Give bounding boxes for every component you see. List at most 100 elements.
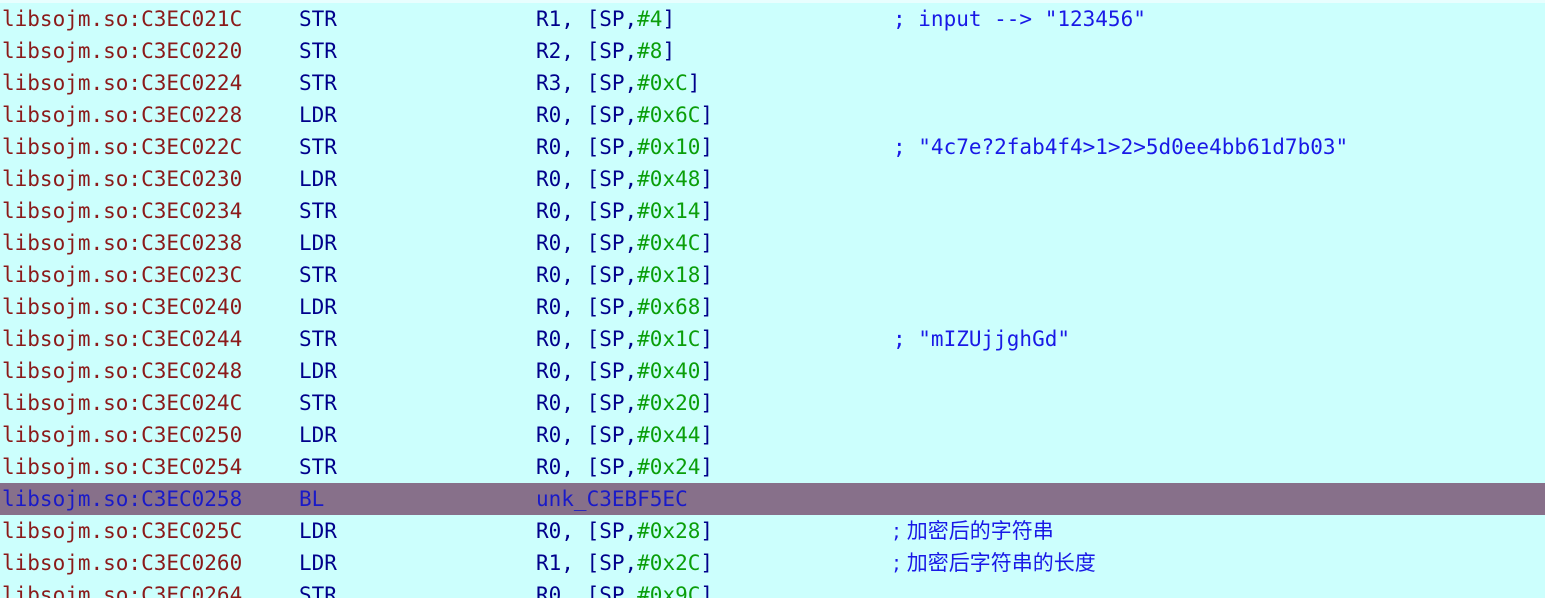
disassembly-line-list: libsojm.so:C3EC021C STR R1, [SP,#4] ; input…	[0, 3, 1545, 598]
disassembly-line[interactable]: libsojm.so:C3EC022C STR R0, [SP,#0x10] ; "4…	[0, 131, 1545, 163]
operand-base: R0, [SP,	[536, 327, 638, 351]
operand-immediate: #8	[637, 39, 663, 63]
line-mnemonic: LDR	[299, 519, 337, 543]
operand-close: ]	[700, 199, 714, 223]
line-operands[interactable]: R0, [SP,#0x1C]	[536, 323, 713, 355]
disassembly-line[interactable]: libsojm.so:C3EC023C STR R0, [SP,#0x18]	[0, 259, 1545, 291]
operand-close: ]	[700, 103, 714, 127]
operand-base: R0, [SP,	[536, 423, 638, 447]
operand-base: R1, [SP,	[536, 7, 638, 31]
operand-close: ]	[700, 583, 714, 598]
operand-close: ]	[700, 519, 714, 543]
line-operands[interactable]: R0, [SP,#0x10]	[536, 131, 713, 163]
line-address: libsojm.so:C3EC0224	[2, 71, 243, 95]
line-mnemonic: LDR	[299, 103, 337, 127]
disassembly-line[interactable]: libsojm.so:C3EC0264 STR R0, [SP,#0x9C]	[0, 579, 1545, 598]
line-address: libsojm.so:C3EC0234	[2, 199, 243, 223]
line-operands[interactable]: R0, [SP,#0x6C]	[536, 99, 713, 131]
line-mnemonic: LDR	[299, 231, 337, 255]
line-operands[interactable]: R0, [SP,#0x44]	[536, 419, 713, 451]
line-operands[interactable]: unk_C3EBF5EC	[536, 483, 688, 515]
disassembly-line[interactable]: libsojm.so:C3EC0224 STR R3, [SP,#0xC]	[0, 67, 1545, 99]
operand-base: R1, [SP,	[536, 551, 638, 575]
disassembly-line[interactable]: libsojm.so:C3EC0248 LDR R0, [SP,#0x40]	[0, 355, 1545, 387]
line-address: libsojm.so:C3EC0230	[2, 167, 243, 191]
operand-close: ]	[687, 71, 701, 95]
line-operands[interactable]: R0, [SP,#0x9C]	[536, 579, 713, 598]
operand-base: R0, [SP,	[536, 135, 638, 159]
line-operands[interactable]: R0, [SP,#0x4C]	[536, 227, 713, 259]
operand-immediate: #0x48	[637, 167, 701, 191]
line-mnemonic: STR	[299, 583, 337, 598]
operand-close: ]	[662, 7, 676, 31]
line-comment[interactable]: ; "4c7e?2fab4f4>1>2>5d0ee4bb61d7b03"	[893, 131, 1348, 163]
line-address: libsojm.so:C3EC022C	[2, 135, 243, 159]
line-mnemonic: STR	[299, 7, 337, 31]
line-address: libsojm.so:C3EC021C	[2, 7, 243, 31]
disassembly-line[interactable]: libsojm.so:C3EC0240 LDR R0, [SP,#0x68]	[0, 291, 1545, 323]
line-address: libsojm.so:C3EC0254	[2, 455, 243, 479]
line-mnemonic: STR	[299, 71, 337, 95]
operand-close: ]	[662, 39, 676, 63]
line-operands[interactable]: R3, [SP,#0xC]	[536, 67, 700, 99]
operand-base: R0, [SP,	[536, 231, 638, 255]
line-address: libsojm.so:C3EC0248	[2, 359, 243, 383]
disassembly-line[interactable]: libsojm.so:C3EC0230 LDR R0, [SP,#0x48]	[0, 163, 1545, 195]
operand-base: R0, [SP,	[536, 263, 638, 287]
line-operands[interactable]: R0, [SP,#0x24]	[536, 451, 713, 483]
line-comment[interactable]: ; 加密后字符串的长度	[893, 547, 1096, 579]
line-comment[interactable]: ; "mIZUjjghGd"	[893, 323, 1070, 355]
line-mnemonic: STR	[299, 199, 337, 223]
line-mnemonic: STR	[299, 39, 337, 63]
line-operands[interactable]: R0, [SP,#0x20]	[536, 387, 713, 419]
line-mnemonic: STR	[299, 455, 337, 479]
disassembly-line[interactable]: libsojm.so:C3EC0220 STR R2, [SP,#8]	[0, 35, 1545, 67]
operand-base: R0, [SP,	[536, 359, 638, 383]
operand-immediate: #0x18	[637, 263, 701, 287]
line-operands[interactable]: R0, [SP,#0x18]	[536, 259, 713, 291]
line-operands[interactable]: R2, [SP,#8]	[536, 35, 675, 67]
operand-close: ]	[700, 167, 714, 191]
line-comment[interactable]: ; 加密后的字符串	[893, 515, 1054, 547]
disassembly-line[interactable]: libsojm.so:C3EC024C STR R0, [SP,#0x20]	[0, 387, 1545, 419]
operand-close: ]	[700, 423, 714, 447]
disassembly-line[interactable]: libsojm.so:C3EC0258 BL unk_C3EBF5EC	[0, 483, 1545, 515]
disassembly-view[interactable]: libsojm.so:C3EC021C STR R1, [SP,#4] ; input…	[0, 0, 1545, 598]
operand-immediate: #0x28	[637, 519, 701, 543]
line-address: libsojm.so:C3EC0264	[2, 583, 243, 598]
disassembly-line[interactable]: libsojm.so:C3EC0250 LDR R0, [SP,#0x44]	[0, 419, 1545, 451]
disassembly-line[interactable]: libsojm.so:C3EC021C STR R1, [SP,#4] ; input…	[0, 3, 1545, 35]
line-mnemonic: STR	[299, 391, 337, 415]
disassembly-line[interactable]: libsojm.so:C3EC025C LDR R0, [SP,#0x28] ; 加密…	[0, 515, 1545, 547]
line-address: libsojm.so:C3EC0258	[2, 487, 243, 511]
line-operands[interactable]: R0, [SP,#0x68]	[536, 291, 713, 323]
line-operands[interactable]: R0, [SP,#0x40]	[536, 355, 713, 387]
disassembly-line[interactable]: libsojm.so:C3EC0260 LDR R1, [SP,#0x2C] ; 加密…	[0, 547, 1545, 579]
disassembly-line[interactable]: libsojm.so:C3EC0228 LDR R0, [SP,#0x6C]	[0, 99, 1545, 131]
line-operands[interactable]: R1, [SP,#4]	[536, 3, 675, 35]
line-operands[interactable]: R0, [SP,#0x48]	[536, 163, 713, 195]
line-mnemonic: LDR	[299, 423, 337, 447]
operand-close: ]	[700, 231, 714, 255]
line-operands[interactable]: R0, [SP,#0x14]	[536, 195, 713, 227]
line-comment[interactable]: ; input --> "123456"	[893, 3, 1146, 35]
operand-close: ]	[700, 135, 714, 159]
operand-base: R0, [SP,	[536, 583, 638, 598]
line-operands[interactable]: R1, [SP,#0x2C]	[536, 547, 713, 579]
disassembly-line[interactable]: libsojm.so:C3EC0234 STR R0, [SP,#0x14]	[0, 195, 1545, 227]
operand-immediate: #0x24	[637, 455, 701, 479]
disassembly-line[interactable]: libsojm.so:C3EC0244 STR R0, [SP,#0x1C] ; "m…	[0, 323, 1545, 355]
operand-base: unk_C3EBF5EC	[536, 487, 688, 511]
operand-immediate: #0x20	[637, 391, 701, 415]
disassembly-line[interactable]: libsojm.so:C3EC0254 STR R0, [SP,#0x24]	[0, 451, 1545, 483]
operand-immediate: #0x2C	[637, 551, 701, 575]
line-operands[interactable]: R0, [SP,#0x28]	[536, 515, 713, 547]
operand-close: ]	[700, 391, 714, 415]
line-mnemonic: STR	[299, 135, 337, 159]
line-address: libsojm.so:C3EC0240	[2, 295, 243, 319]
disassembly-line[interactable]: libsojm.so:C3EC0238 LDR R0, [SP,#0x4C]	[0, 227, 1545, 259]
line-mnemonic: STR	[299, 263, 337, 287]
operand-base: R0, [SP,	[536, 167, 638, 191]
line-mnemonic: LDR	[299, 551, 337, 575]
operand-base: R0, [SP,	[536, 391, 638, 415]
